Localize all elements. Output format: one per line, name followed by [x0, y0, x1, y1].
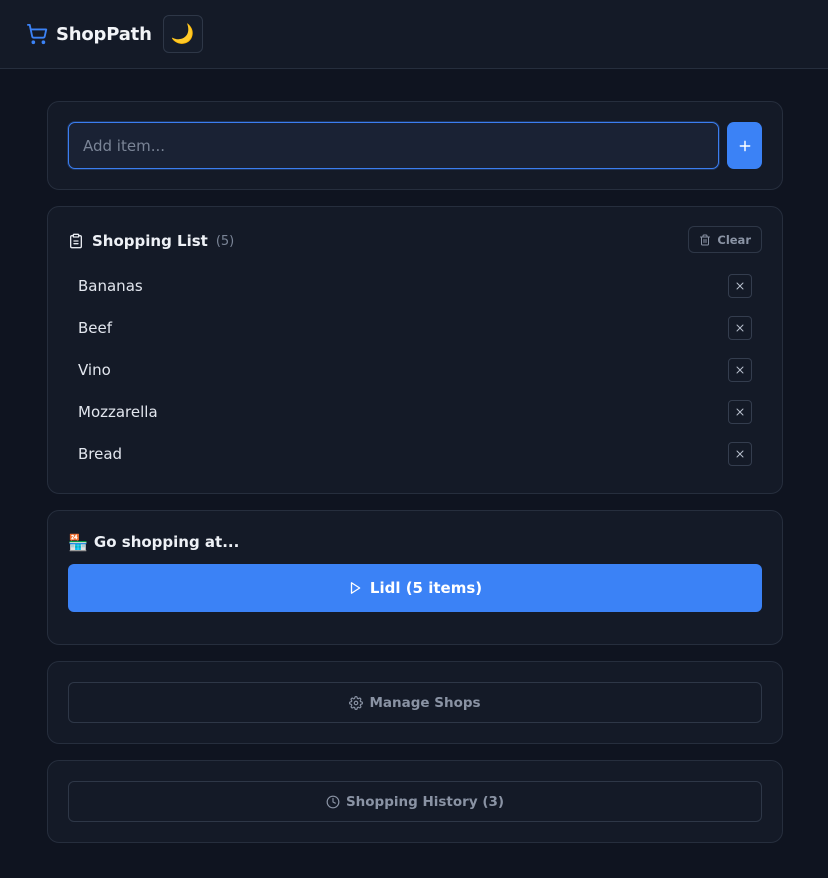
shopping-list-title: Shopping List [92, 232, 208, 250]
list-item-label: Bread [78, 445, 123, 463]
list-item[interactable]: Mozzarella [68, 391, 762, 433]
clear-list-button[interactable]: Clear [688, 226, 762, 253]
list-item-label: Bananas [78, 277, 143, 295]
remove-item-button[interactable] [728, 400, 752, 424]
clear-label: Clear [717, 232, 751, 247]
list-item[interactable]: Vino [68, 349, 762, 391]
list-item[interactable]: Bread [68, 433, 762, 475]
play-icon [348, 581, 362, 595]
add-item-input[interactable] [68, 122, 720, 169]
list-item-label: Mozzarella [78, 403, 158, 421]
close-icon [734, 448, 746, 460]
clipboard-icon [68, 233, 84, 249]
moon-icon: 🌙 [170, 24, 195, 45]
go-shopping-title: Go shopping at... [93, 533, 240, 551]
shopping-list-count: (5) [215, 233, 235, 249]
shopping-list-header: Shopping List (5) [68, 231, 762, 251]
close-icon [734, 406, 746, 418]
app-header: ShopPath 🌙 [0, 0, 828, 69]
main-content: Shopping List (5) Clear Bananas [47, 101, 783, 859]
plus-icon [737, 138, 753, 154]
go-shopping-card: 🏪 Go shopping at... Lidl (5 items) [47, 510, 783, 645]
manage-shops-label: Manage Shops [369, 694, 481, 711]
remove-item-button[interactable] [728, 358, 752, 382]
shopping-list-card: Shopping List (5) Clear Bananas Beef Vin… [47, 206, 783, 494]
gear-icon [349, 695, 364, 710]
shopping-history-button[interactable]: Shopping History (3) [68, 781, 762, 822]
close-icon [734, 364, 746, 376]
brand[interactable]: ShopPath [26, 23, 152, 45]
shopping-history-label: Shopping History (3) [345, 793, 505, 810]
history-card: Shopping History (3) [47, 760, 783, 843]
start-shopping-button[interactable]: Lidl (5 items) [68, 564, 762, 612]
list-item[interactable]: Bananas [68, 265, 762, 307]
close-icon [734, 280, 746, 292]
store-icon: 🏪 [68, 532, 88, 552]
list-item-label: Beef [78, 319, 113, 337]
theme-toggle-button[interactable]: 🌙 [162, 15, 203, 53]
remove-item-button[interactable] [728, 442, 752, 466]
list-item-label: Vino [78, 361, 111, 379]
remove-item-button[interactable] [728, 316, 752, 340]
shop-button-label: Lidl (5 items) [369, 579, 483, 597]
trash-icon [699, 234, 711, 246]
add-item-button[interactable] [727, 122, 762, 169]
go-shopping-header: 🏪 Go shopping at... [68, 531, 762, 553]
manage-shops-button[interactable]: Manage Shops [68, 682, 762, 723]
shopping-list-items: Bananas Beef Vino Mozzarella Bread [68, 265, 762, 475]
close-icon [734, 322, 746, 334]
manage-shops-card: Manage Shops [47, 661, 783, 744]
app-name: ShopPath [56, 23, 152, 45]
add-item-card [47, 101, 783, 190]
list-item[interactable]: Beef [68, 307, 762, 349]
clock-icon [326, 795, 340, 809]
remove-item-button[interactable] [728, 274, 752, 298]
shopping-cart-icon [26, 23, 48, 45]
